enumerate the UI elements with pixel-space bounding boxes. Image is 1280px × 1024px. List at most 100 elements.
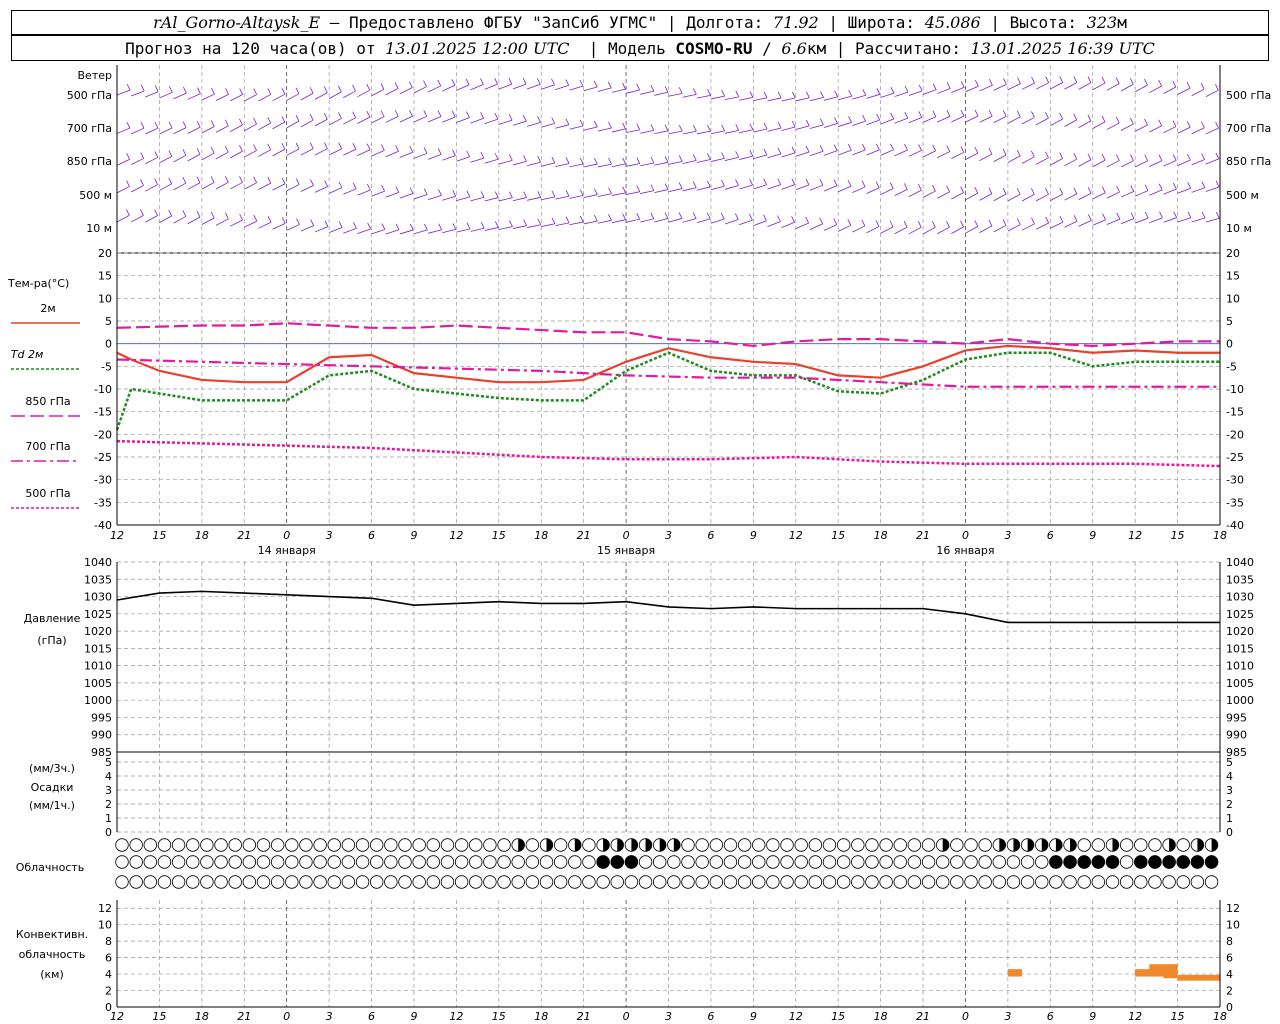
- cloud-circle-half: [518, 838, 525, 852]
- cloud-circle: [582, 875, 596, 889]
- wind-barb-feather: [974, 146, 979, 154]
- cloud-circle-half: [1055, 838, 1063, 852]
- conv-title-2: облачность: [19, 948, 86, 961]
- wind-barb: [1092, 219, 1106, 226]
- wind-barb: [555, 195, 570, 200]
- wind-barb: [286, 120, 300, 129]
- cloud-circle: [936, 875, 950, 889]
- wind-barb-feather: [551, 156, 556, 164]
- wind-barb-feather: [537, 191, 542, 198]
- cloud-circle: [157, 855, 172, 869]
- wind-barb-feather: [932, 184, 936, 192]
- wind-barb-feather: [960, 146, 965, 153]
- cloud-circle: [794, 875, 808, 889]
- wind-barb-feather: [480, 78, 484, 85]
- wind-barb: [1149, 85, 1162, 94]
- wind-barb-feather: [381, 185, 385, 192]
- wind-barb-feather: [352, 143, 357, 150]
- pressure-tick-label-right: 1005: [1226, 677, 1254, 690]
- wind-barb-feather: [409, 146, 414, 153]
- cloud-circle: [921, 855, 936, 869]
- wind-barb: [258, 122, 271, 131]
- wind-barb: [625, 163, 640, 167]
- wind-barb-feather: [168, 177, 173, 184]
- wind-barb: [130, 158, 144, 165]
- wind-barb-feather: [324, 180, 329, 187]
- cloud-circle: [341, 875, 356, 889]
- wind-barb-feather: [353, 222, 357, 229]
- wind-barb: [512, 83, 527, 90]
- wind-barb-feather: [650, 156, 655, 164]
- wind-barb: [272, 93, 286, 102]
- wind-barb: [965, 152, 979, 160]
- wind-barb: [866, 187, 880, 194]
- cloud-circle: [851, 838, 865, 852]
- conv-tick-label-right: 2: [1226, 985, 1233, 998]
- cloud-circle: [780, 875, 794, 889]
- wind-barb: [682, 187, 697, 192]
- wind-barb: [739, 184, 753, 190]
- wind-barb-feather: [309, 87, 314, 94]
- wind-barb-feather: [791, 91, 796, 99]
- wind-barb-feather: [494, 112, 499, 120]
- wind-barb-feather: [210, 211, 215, 219]
- wind-barb: [201, 182, 215, 190]
- wind-barb-feather: [1129, 78, 1134, 85]
- cloud-circle: [228, 875, 242, 889]
- wind-barb: [583, 194, 598, 198]
- wind-barb-feather: [1186, 121, 1191, 128]
- cloud-circle: [1148, 875, 1162, 889]
- time-tick-label-bottom: 0: [283, 1010, 290, 1023]
- wind-barb: [1177, 159, 1191, 166]
- cloud-circle: [681, 855, 695, 869]
- wind-barb: [625, 191, 640, 195]
- cloud-circle: [794, 855, 808, 869]
- wind-barb: [922, 150, 936, 158]
- precip-unit-3h: (мм/3ч.): [29, 762, 75, 775]
- cloud-circle: [115, 838, 129, 852]
- time-tick-label: 3: [665, 529, 672, 542]
- wind-level-label: 10 м: [86, 222, 112, 235]
- wind-barb-feather: [1073, 113, 1078, 121]
- wind-barb-feather: [820, 118, 824, 125]
- wind-barb-feather: [225, 212, 229, 220]
- wind-barb: [413, 115, 427, 123]
- wind-barb: [823, 123, 838, 128]
- wind-barb: [979, 115, 993, 123]
- wind-barb: [145, 184, 158, 192]
- wind-barb-feather: [509, 191, 513, 198]
- wind-barb: [767, 221, 781, 227]
- wind-barb: [314, 226, 329, 233]
- wind-barb-feather: [834, 90, 838, 98]
- wind-barb-feather: [847, 180, 852, 187]
- wind-barb-feather: [1059, 76, 1064, 83]
- wind-barb-feather: [890, 143, 894, 150]
- wind-barb-feather: [1215, 152, 1220, 160]
- wind-barb: [1205, 127, 1219, 135]
- wind-barb-feather: [763, 91, 768, 98]
- wind-barb-feather: [352, 111, 357, 118]
- wind-barb: [187, 126, 201, 134]
- pressure-tick-label-left: 995: [91, 711, 112, 724]
- wind-barb-feather: [394, 82, 399, 89]
- wind-barb: [328, 227, 343, 234]
- cloud-circle: [285, 838, 299, 852]
- cloud-circle: [270, 838, 285, 852]
- wind-barb: [710, 130, 725, 135]
- wind-barb: [1135, 217, 1149, 224]
- cloud-circle: [384, 855, 398, 869]
- cloud-circle: [200, 855, 214, 869]
- precip-title: Осадки: [31, 781, 74, 794]
- wind-barb: [399, 87, 413, 95]
- cloud-circle: [737, 838, 752, 852]
- wind-barb-feather: [1187, 211, 1192, 218]
- cloud-circle: [950, 838, 964, 852]
- wind-barb: [993, 193, 1007, 202]
- wind-barb: [258, 94, 271, 102]
- wind-barb: [753, 184, 767, 190]
- wind-barb: [880, 92, 895, 98]
- cloud-circle: [370, 838, 384, 852]
- wind-barb: [611, 88, 626, 93]
- cloud-circle: [285, 875, 299, 889]
- wind-barb: [314, 186, 328, 193]
